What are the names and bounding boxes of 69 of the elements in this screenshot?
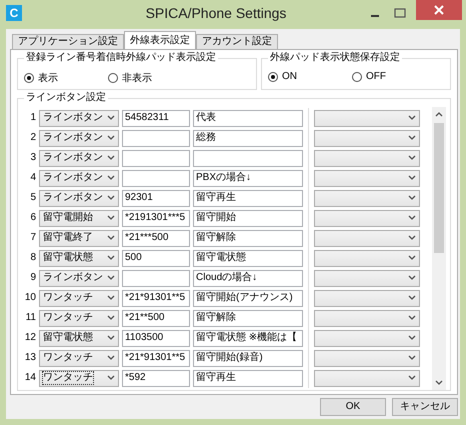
radio-option[interactable]: 表示 [24, 71, 108, 85]
group-title: 外線パッド表示状態保存設定 [268, 52, 402, 64]
group-title: ラインボタン設定 [24, 92, 108, 104]
number-field[interactable]: *21*91301**5 [122, 350, 190, 366]
row-number: 5 [29, 192, 36, 204]
radio-label: 非表示 [122, 72, 152, 85]
cancel-button[interactable]: キャンセル [392, 398, 458, 416]
row-number: 1 [29, 112, 36, 124]
type-dropdown[interactable]: ワンタッチ [39, 310, 119, 326]
label-field[interactable]: 留守再生 [193, 190, 303, 206]
number-field[interactable]: 500 [122, 250, 190, 266]
label-field[interactable]: 留守解除 [193, 310, 303, 326]
group-title: 登録ライン番号着信時外線パッド表示設定 [24, 52, 218, 64]
label-field[interactable]: 留守開始 [193, 210, 303, 226]
number-field[interactable]: *2191301***5 [122, 210, 190, 226]
number-field[interactable]: *21***500 [122, 230, 190, 246]
label-field[interactable]: 代表 [193, 110, 303, 126]
row-number: 14 [24, 372, 36, 384]
row-number: 10 [24, 292, 36, 304]
app-icon: C [6, 5, 22, 21]
radio-label: ON [282, 71, 297, 82]
radio-label: 表示 [38, 72, 58, 85]
label-field[interactable]: 留守再生 [193, 370, 303, 386]
label-field[interactable]: 留守開始(アナウンス) [193, 290, 303, 306]
label-field[interactable]: 留守電状態 [193, 250, 303, 266]
type-dropdown[interactable]: ワンタッチ [39, 290, 119, 306]
label-field[interactable]: 留守開始(録音) [193, 350, 303, 366]
type-dropdown[interactable]: ワンタッチ [39, 350, 119, 366]
label-field[interactable]: Cloudの場合↓ [193, 270, 303, 286]
row-number: 13 [24, 352, 36, 364]
type-dropdown[interactable]: ラインボタン [39, 150, 119, 166]
label-field[interactable]: 留守電状態 ※機能は【 [193, 330, 303, 346]
type-dropdown[interactable]: 留守電状態 [39, 250, 119, 266]
row-number: 8 [29, 252, 36, 264]
type-dropdown[interactable]: ワンタッチ [39, 370, 119, 386]
row-number: 12 [24, 332, 36, 344]
tab[interactable]: アカウント設定 [196, 34, 278, 49]
number-field[interactable]: *21**500 [122, 310, 190, 326]
radio-option[interactable]: ON [268, 71, 352, 82]
row-number: 4 [29, 172, 36, 184]
type-dropdown[interactable]: ラインボタン [39, 190, 119, 206]
row-number: 9 [29, 272, 36, 284]
number-field[interactable]: *592 [122, 370, 190, 386]
label-field[interactable]: PBXの場合↓ [193, 170, 303, 186]
type-dropdown[interactable]: ラインボタン [39, 130, 119, 146]
radio-option[interactable]: 非表示 [108, 71, 192, 85]
radio-option[interactable]: OFF [352, 71, 436, 82]
type-dropdown[interactable]: 留守電終了 [39, 230, 119, 246]
row-number: 7 [29, 232, 36, 244]
type-dropdown[interactable]: ラインボタン [39, 110, 119, 126]
row-number: 11 [24, 312, 36, 324]
type-dropdown[interactable]: 留守電開始 [39, 210, 119, 226]
row-number: 6 [29, 212, 36, 224]
number-field[interactable]: 54582311 [122, 110, 190, 126]
row-number: 2 [29, 132, 36, 144]
tab[interactable]: アプリケーション設定 [12, 34, 124, 49]
label-field[interactable]: 留守解除 [193, 230, 303, 246]
window-title: SPICA/Phone Settings [144, 5, 288, 21]
row-number: 3 [29, 152, 36, 164]
type-dropdown[interactable]: ラインボタン [39, 170, 119, 186]
number-field[interactable]: 1103500 [122, 330, 190, 346]
radio-label: OFF [366, 71, 386, 82]
type-dropdown[interactable]: ラインボタン [39, 270, 119, 286]
type-dropdown[interactable]: 留守電状態 [39, 330, 119, 346]
ok-button[interactable]: OK [320, 398, 386, 416]
number-field[interactable]: *21*91301**5 [122, 290, 190, 306]
number-field[interactable]: 92301 [122, 190, 190, 206]
label-field[interactable]: 総務 [193, 130, 303, 146]
tab[interactable]: 外線表示設定 [124, 31, 196, 49]
